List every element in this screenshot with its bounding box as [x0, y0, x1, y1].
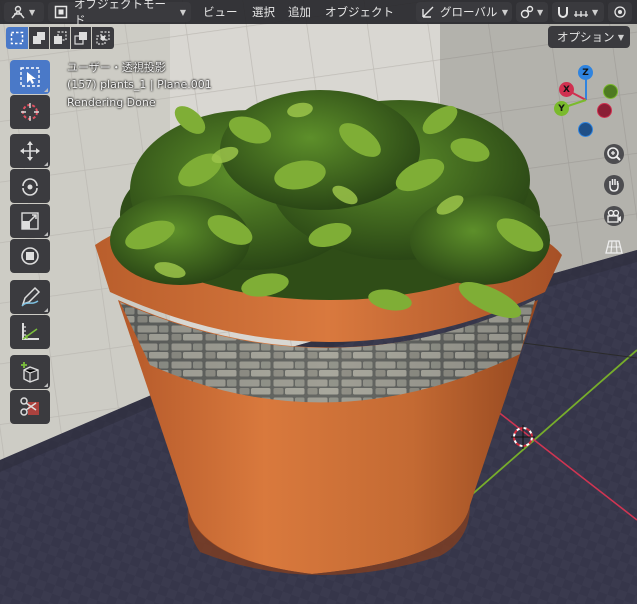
select-mode-buttons — [6, 27, 114, 49]
orientation-icon — [422, 6, 434, 18]
tool-cursor[interactable] — [10, 95, 50, 129]
move-icon — [20, 141, 40, 161]
select-difference-icon — [74, 32, 87, 45]
chevron-down-icon: ▼ — [537, 7, 544, 17]
menu-select[interactable]: 選択 — [252, 3, 275, 21]
proportional-editing-icon — [614, 6, 626, 18]
transform-icon — [21, 247, 39, 265]
gizmo-z-axis[interactable]: Z — [578, 65, 593, 80]
editor-type-selector[interactable]: ▼ — [4, 2, 44, 22]
zoom-icon — [604, 144, 624, 164]
hand-icon — [604, 175, 624, 195]
chevron-down-icon: ▼ — [501, 7, 508, 17]
chevron-down-icon: ▼ — [29, 7, 36, 17]
magnet-icon — [558, 7, 568, 18]
select-intersect-button[interactable] — [92, 27, 114, 49]
grid-icon — [605, 240, 623, 254]
select-extend-icon — [33, 32, 45, 44]
cursor-3d-icon — [21, 103, 39, 121]
gizmo-negative-y-axis[interactable] — [603, 84, 618, 99]
camera-icon — [604, 206, 624, 226]
editor-type-icon — [11, 5, 25, 19]
transform-orientation-label: グローバル — [440, 5, 498, 19]
chevron-down-icon: ▼ — [592, 7, 599, 17]
snap-increment-icon — [574, 11, 588, 17]
select-box-icon — [10, 31, 24, 45]
zoom-button[interactable] — [601, 141, 627, 167]
tool-measure[interactable] — [10, 315, 50, 349]
object-info: (157) plants_1 | Plane.001 — [67, 78, 212, 91]
transform-orientation-selector[interactable]: グローバル ▼ — [416, 2, 512, 22]
select-extend-button[interactable] — [29, 27, 49, 49]
pivot-icon — [520, 5, 534, 19]
tool-move[interactable] — [10, 134, 50, 168]
menu-view[interactable]: ビュー — [203, 3, 238, 21]
select-subtract-icon — [54, 31, 67, 44]
menu-object[interactable]: オブジェクト — [325, 3, 394, 21]
gizmo-negative-z-axis[interactable] — [578, 122, 593, 137]
pivot-point-selector[interactable]: ▼ — [516, 2, 548, 22]
rotate-icon — [22, 178, 38, 196]
chevron-down-icon: ▼ — [179, 7, 186, 17]
tool-scale[interactable] — [10, 204, 50, 238]
measure-icon — [22, 323, 39, 340]
select-intersect-icon — [96, 31, 110, 45]
3d-viewport[interactable]: ▼ オブジェクトモード ▼ ビュー 選択 追加 オブジェクト グローバル ▼ ▼… — [0, 0, 637, 604]
navigation-gizmo[interactable]: Z X Y — [548, 62, 624, 138]
options-dropdown[interactable]: オプション ▼ — [548, 26, 630, 48]
scissors-icon — [20, 397, 39, 416]
select-difference-button[interactable] — [71, 27, 91, 49]
select-subtract-button[interactable] — [50, 27, 70, 49]
tool-add-cube[interactable] — [10, 355, 50, 389]
tool-transform-affect[interactable] — [10, 390, 50, 424]
view-name: ユーザー・透視投影 — [67, 61, 166, 74]
proportional-editing-toggle[interactable] — [608, 2, 632, 22]
camera-view-button[interactable] — [601, 203, 627, 229]
perspective-toggle-button[interactable] — [601, 234, 627, 260]
add-cube-icon — [21, 362, 39, 383]
gizmo-x-axis[interactable]: X — [559, 82, 574, 97]
chevron-down-icon: ▼ — [617, 32, 624, 42]
render-status: Rendering Done — [67, 96, 156, 109]
gizmo-negative-x-axis[interactable] — [597, 103, 612, 118]
select-new-button[interactable] — [6, 27, 28, 49]
options-label: オプション — [557, 30, 615, 44]
scale-icon — [21, 212, 39, 230]
select-cursor-icon — [20, 67, 40, 87]
tool-transform[interactable] — [10, 239, 50, 273]
snap-selector[interactable]: ▼ — [552, 2, 604, 22]
pencil-icon — [21, 286, 41, 307]
mode-label: オブジェクトモード — [74, 0, 166, 27]
tool-select-box[interactable] — [10, 60, 50, 94]
gizmo-y-axis[interactable]: Y — [554, 101, 569, 116]
tool-annotate[interactable] — [10, 280, 50, 314]
menu-add[interactable]: 追加 — [288, 3, 311, 21]
viewport-header: ▼ オブジェクトモード ▼ ビュー 選択 追加 オブジェクト グローバル ▼ ▼… — [0, 0, 637, 27]
pan-button[interactable] — [601, 172, 627, 198]
tool-rotate[interactable] — [10, 169, 50, 203]
mode-selector[interactable]: オブジェクトモード ▼ — [48, 0, 191, 27]
object-mode-icon — [54, 5, 68, 19]
